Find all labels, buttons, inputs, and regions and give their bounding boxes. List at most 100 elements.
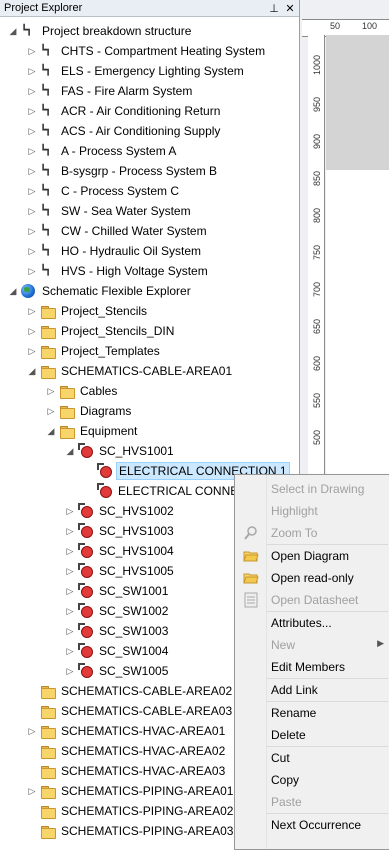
menu-item-attributes[interactable]: Attributes...	[235, 612, 389, 634]
tree-item-b-sysgrp-process-system-b[interactable]: ▷ ┗┓ B-sysgrp - Process System B	[0, 161, 299, 181]
expand-arrow-icon[interactable]: ▷	[65, 645, 75, 657]
tree-item-cw-chilled-water-system[interactable]: ▷ ┗┓ CW - Chilled Water System	[0, 221, 299, 241]
expand-arrow-icon[interactable]: ▷	[27, 185, 37, 197]
expand-arrow-icon[interactable]: ▷	[27, 785, 37, 797]
expand-arrow-icon[interactable]: ▷	[65, 665, 75, 677]
menu-item-add-link[interactable]: Add Link	[235, 679, 389, 701]
breakdown-icon: ┗┓	[40, 125, 51, 136]
tree-item-ho-hydraulic-oil-system[interactable]: ▷ ┗┓ HO - Hydraulic Oil System	[0, 241, 299, 261]
tree-item-hvs-high-voltage-system[interactable]: ▷ ┗┓ HVS - High Voltage System	[0, 261, 299, 281]
tree-item-project-stencils-din[interactable]: ▷ Project_Stencils_DIN	[0, 321, 299, 341]
expand-arrow-icon[interactable]: ▷	[27, 205, 37, 217]
menu-item-cut[interactable]: Cut	[235, 747, 389, 769]
pin-icon[interactable]: ⊥	[267, 2, 281, 15]
expand-arrow-icon[interactable]: ▷	[27, 725, 37, 737]
expand-arrow-icon[interactable]: ▷	[27, 305, 37, 317]
expand-arrow-icon[interactable]: ▷	[27, 225, 37, 237]
menu-item-paste: Paste	[235, 791, 389, 813]
breakdown-icon: ┗┓	[40, 245, 51, 256]
schematic-icon	[78, 443, 93, 458]
collapse-arrow-icon[interactable]: ◢	[8, 285, 18, 297]
expand-arrow-icon[interactable]: ▷	[27, 245, 37, 257]
collapse-arrow-icon[interactable]: ◢	[8, 25, 18, 37]
tree-item-label: CW - Chilled Water System	[61, 224, 207, 238]
menu-item-open-read-only[interactable]: Open read-only	[235, 567, 389, 589]
menu-item-label: Open read-only	[271, 571, 354, 585]
expand-arrow-icon[interactable]: ▷	[46, 385, 56, 397]
tree-item-acs-air-conditioning-supply[interactable]: ▷ ┗┓ ACS - Air Conditioning Supply	[0, 121, 299, 141]
expand-arrow-icon[interactable]: ▷	[27, 85, 37, 97]
expand-arrow-icon[interactable]: ▷	[27, 125, 37, 137]
tree-item-sc-hvs1001[interactable]: ◢ SC_HVS1001	[0, 441, 299, 461]
expand-arrow-icon[interactable]: ▷	[27, 165, 37, 177]
tree-item-project-stencils[interactable]: ▷ Project_Stencils	[0, 301, 299, 321]
expand-arrow-icon[interactable]: ▷	[65, 605, 75, 617]
menu-item-delete[interactable]: Delete	[235, 724, 389, 746]
folder-icon	[40, 683, 56, 699]
expand-arrow-icon[interactable]: ▷	[27, 325, 37, 337]
breakdown-icon: ┗┓	[40, 45, 51, 56]
folder-icon	[40, 823, 56, 839]
tree-item-label: CHTS - Compartment Heating System	[61, 44, 266, 58]
menu-item-label: Add Link	[271, 683, 318, 697]
tree-item-label: Cables	[80, 384, 118, 398]
folder-icon	[40, 363, 56, 379]
tree-item-chts-compartment-heating-system[interactable]: ▷ ┗┓ CHTS - Compartment Heating System	[0, 41, 299, 61]
tree-item-schematic-flexible-explorer[interactable]: ◢ Schematic Flexible Explorer	[0, 281, 299, 301]
tree-item-label: Schematic Flexible Explorer	[42, 284, 191, 298]
tree-item-a-process-system-a[interactable]: ▷ ┗┓ A - Process System A	[0, 141, 299, 161]
tree-item-cables[interactable]: ▷ Cables	[0, 381, 299, 401]
tree-item-project-templates[interactable]: ▷ Project_Templates	[0, 341, 299, 361]
menu-item-rename[interactable]: Rename	[235, 702, 389, 724]
tree-item-equipment[interactable]: ◢ Equipment	[0, 421, 299, 441]
collapse-arrow-icon[interactable]: ◢	[27, 365, 37, 377]
folder-icon	[40, 763, 56, 779]
tree-item-acr-air-conditioning-return[interactable]: ▷ ┗┓ ACR - Air Conditioning Return	[0, 101, 299, 121]
breakdown-icon: ┗┓	[40, 185, 51, 196]
menu-item-open-diagram[interactable]: Open Diagram	[235, 545, 389, 567]
expand-arrow-icon[interactable]: ▷	[65, 525, 75, 537]
expand-arrow-icon[interactable]: ▷	[27, 65, 37, 77]
tree-item-label: SC_HVS1004	[99, 544, 174, 558]
schematic-icon	[78, 663, 93, 678]
tree-item-label: SCHEMATICS-HVAC-AREA03	[61, 764, 226, 778]
expand-arrow-icon[interactable]: ▷	[65, 625, 75, 637]
tree-item-sw-sea-water-system[interactable]: ▷ ┗┓ SW - Sea Water System	[0, 201, 299, 221]
tree-item-label: SC_SW1004	[99, 644, 169, 658]
tree-item-label: HO - Hydraulic Oil System	[61, 244, 202, 258]
expand-arrow-icon[interactable]: ▷	[27, 145, 37, 157]
expand-arrow-icon[interactable]: ▷	[65, 505, 75, 517]
tree-item-els-emergency-lighting-system[interactable]: ▷ ┗┓ ELS - Emergency Lighting System	[0, 61, 299, 81]
expand-arrow-icon[interactable]: ▷	[27, 265, 37, 277]
expand-arrow-icon[interactable]: ▷	[27, 105, 37, 117]
menu-item-next-occurrence[interactable]: Next Occurrence	[235, 814, 389, 836]
tree-item-label: SCHEMATICS-HVAC-AREA02	[61, 744, 226, 758]
expand-arrow-icon[interactable]: ▷	[65, 585, 75, 597]
tree-item-label: Project breakdown structure	[42, 24, 192, 38]
menu-item-label: New	[271, 638, 296, 652]
tree-item-schematics-cable-area01[interactable]: ◢ SCHEMATICS-CABLE-AREA01	[0, 361, 299, 381]
schematic-icon	[78, 623, 93, 638]
expand-arrow-icon[interactable]: ▷	[27, 345, 37, 357]
tree-item-label: ELS - Emergency Lighting System	[61, 64, 244, 78]
menu-item-label: Cut	[271, 751, 290, 765]
breakdown-icon: ┗┓	[40, 145, 51, 156]
expand-arrow-icon[interactable]: ▷	[65, 545, 75, 557]
menu-item-copy[interactable]: Copy	[235, 769, 389, 791]
tree-item-label: ACS - Air Conditioning Supply	[61, 124, 221, 138]
expand-arrow-icon[interactable]: ▷	[65, 565, 75, 577]
menu-item-label: Paste	[271, 795, 302, 809]
tree-item-project-breakdown-structure[interactable]: ◢ ┗┓ Project breakdown structure	[0, 21, 299, 41]
collapse-arrow-icon[interactable]: ◢	[65, 445, 75, 457]
expand-arrow-icon[interactable]: ▷	[46, 405, 56, 417]
expand-arrow-icon[interactable]: ▷	[27, 45, 37, 57]
tree-item-diagrams[interactable]: ▷ Diagrams	[0, 401, 299, 421]
tree-item-fas-fire-alarm-system[interactable]: ▷ ┗┓ FAS - Fire Alarm System	[0, 81, 299, 101]
tree-item-label: SC_SW1002	[99, 604, 169, 618]
globe-icon	[21, 284, 35, 298]
ruler-tick-label: 50	[330, 21, 341, 31]
collapse-arrow-icon[interactable]: ◢	[46, 425, 56, 437]
tree-item-c-process-system-c[interactable]: ▷ ┗┓ C - Process System C	[0, 181, 299, 201]
menu-item-edit-members[interactable]: Edit Members	[235, 656, 389, 678]
close-icon[interactable]: ✕	[283, 2, 297, 15]
